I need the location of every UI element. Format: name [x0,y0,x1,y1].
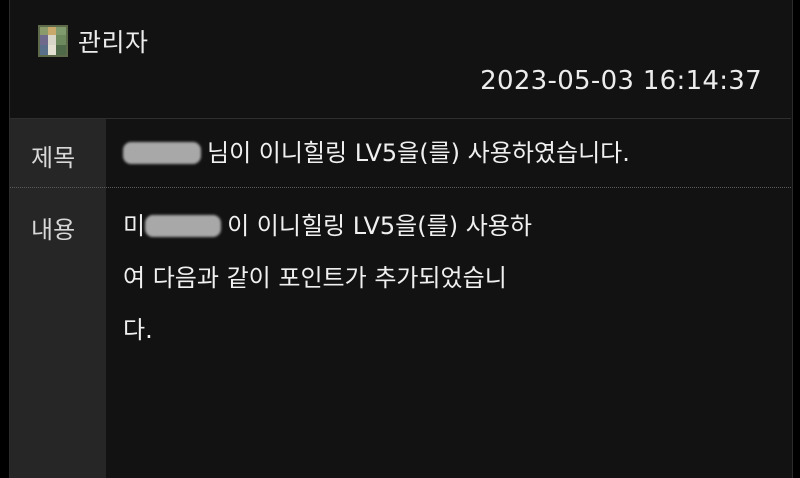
content-line-2: 여 다음과 같이 포인트가 추가되었습니 [123,264,507,292]
sender-row: 관리자 [38,24,149,58]
content-label: 내용 [31,216,76,244]
content-line-3: 다. [123,316,153,344]
sender-name: 관리자 [78,28,149,57]
table-top-border [9,118,791,119]
row-divider [10,187,791,188]
content-prefix: 미 [123,212,146,240]
subject-label: 제목 [31,144,76,172]
content-value: 미 이 이니힐링 LV5을(를) 사용하 여 다음과 같이 포인트가 추가되었습니… [123,200,623,356]
subject-text: 님이 이니힐링 LV5을(를) 사용하였습니다. [207,139,630,167]
redacted-username [145,215,222,237]
subject-value: 님이 이니힐링 LV5을(를) 사용하였습니다. [123,127,630,179]
avatar-icon [38,25,68,57]
content-line-1: 미 이 이니힐링 LV5을(를) 사용하 [123,200,623,252]
content-line-1-text: 이 이니힐링 LV5을(를) 사용하 [227,212,532,240]
message-timestamp: 2023-05-03 16:14:37 [480,66,762,96]
redacted-username [123,142,201,164]
